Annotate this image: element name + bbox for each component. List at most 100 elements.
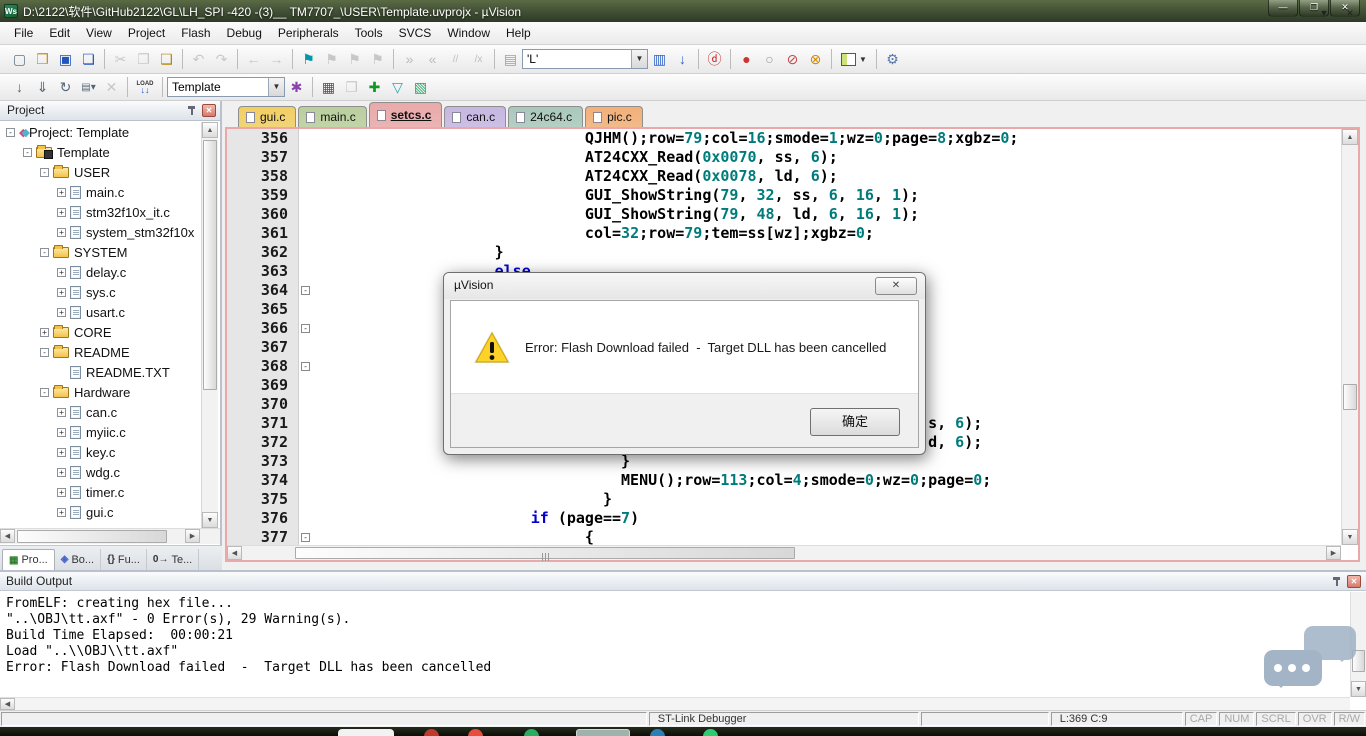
- fold-collapse-icon[interactable]: -: [301, 362, 310, 371]
- collapse-icon[interactable]: -: [40, 388, 49, 397]
- taskbar-item[interactable]: [524, 729, 539, 736]
- menu-debug[interactable]: Debug: [219, 23, 270, 43]
- code-line[interactable]: 374MENU();row=113;col=4;smode=0;wz=0;pag…: [227, 471, 1341, 490]
- project-tree-vscrollbar[interactable]: ▲ ▼: [201, 122, 218, 528]
- expand-icon[interactable]: +: [57, 228, 66, 237]
- taskbar-item[interactable]: [468, 729, 483, 736]
- tree-item-core[interactable]: +CORE: [0, 322, 198, 342]
- scroll-right-icon[interactable]: ▶: [1326, 546, 1341, 560]
- code-line[interactable]: 376if (page==7): [227, 509, 1341, 528]
- rebuild-all-icon[interactable]: ↻: [54, 76, 77, 98]
- taskbar-item[interactable]: [703, 729, 718, 736]
- code-line[interactable]: 356QJHM();row=79;col=16;smode=1;wz=0;pag…: [227, 129, 1341, 148]
- menu-window[interactable]: Window: [439, 23, 498, 43]
- tree-item-gui-c[interactable]: +gui.c: [0, 502, 198, 522]
- expand-icon[interactable]: +: [57, 308, 66, 317]
- tree-item-template[interactable]: -Template: [0, 142, 198, 162]
- books-tab[interactable]: ◈Bo...: [55, 549, 101, 570]
- configure-tools-icon[interactable]: ⚙: [881, 48, 904, 70]
- scroll-down-icon[interactable]: ▼: [1342, 529, 1358, 545]
- menu-flash[interactable]: Flash: [173, 23, 218, 43]
- file-tab-gui-c[interactable]: gui.c: [238, 106, 296, 127]
- code-line[interactable]: 359GUI_ShowString(79, 32, ss, 6, 16, 1);: [227, 186, 1341, 205]
- target-select[interactable]: Template▼: [167, 77, 285, 97]
- chevron-down-icon[interactable]: ▼: [268, 78, 284, 96]
- tree-item-myiic-c[interactable]: +myiic.c: [0, 422, 198, 442]
- scroll-up-icon[interactable]: ▲: [1342, 129, 1358, 145]
- taskbar-item[interactable]: [338, 729, 394, 736]
- scroll-down-icon[interactable]: ▼: [202, 512, 218, 528]
- menu-project[interactable]: Project: [120, 23, 173, 43]
- window-layout-icon[interactable]: ▼: [836, 48, 872, 70]
- config-wizard-icon[interactable]: ▧: [409, 76, 432, 98]
- scrollbar-thumb[interactable]: [17, 530, 167, 543]
- expand-icon[interactable]: +: [57, 268, 66, 277]
- fold-collapse-icon[interactable]: -: [301, 324, 310, 333]
- collapse-icon[interactable]: -: [6, 128, 15, 137]
- tree-item-timer-c[interactable]: +timer.c: [0, 482, 198, 502]
- collapse-icon[interactable]: -: [40, 348, 49, 357]
- save-all-icon[interactable]: ❏: [77, 48, 100, 70]
- file-tab-main-c[interactable]: main.c: [298, 106, 366, 127]
- tab-list-dropdown-icon[interactable]: ▼: [1316, 6, 1332, 21]
- file-tab-pic-c[interactable]: pic.c: [585, 106, 643, 127]
- code-line[interactable]: 360GUI_ShowString(79, 48, ld, 6, 16, 1);: [227, 205, 1341, 224]
- tree-item-usart-c[interactable]: +usart.c: [0, 302, 198, 322]
- project-close-icon[interactable]: ✕: [202, 104, 216, 117]
- scrollbar-thumb[interactable]: [1343, 384, 1357, 410]
- tree-item-wdg-c[interactable]: +wdg.c: [0, 462, 198, 482]
- expand-icon[interactable]: +: [57, 288, 66, 297]
- find-dialog-icon[interactable]: ⓓ: [703, 48, 726, 70]
- tree-item-main-c[interactable]: +main.c: [0, 182, 198, 202]
- incremental-find-icon[interactable]: ↓: [671, 48, 694, 70]
- file-tab-setcs-c[interactable]: setcs.c: [369, 102, 443, 127]
- menu-edit[interactable]: Edit: [41, 23, 78, 43]
- paste-icon[interactable]: ❑: [155, 48, 178, 70]
- scroll-up-icon[interactable]: ▲: [202, 122, 218, 138]
- download-flash-icon[interactable]: LOAD↓↓: [132, 76, 158, 98]
- menu-file[interactable]: File: [6, 23, 41, 43]
- tree-item-user[interactable]: -USER: [0, 162, 198, 182]
- manage-components-icon[interactable]: ▦: [317, 76, 340, 98]
- expand-icon[interactable]: +: [57, 448, 66, 457]
- taskbar-item[interactable]: [576, 729, 630, 736]
- tree-item-system[interactable]: -SYSTEM: [0, 242, 198, 262]
- enable-breakpoint-icon[interactable]: ○: [758, 48, 781, 70]
- expand-icon[interactable]: +: [57, 468, 66, 477]
- code-line[interactable]: 375}: [227, 490, 1341, 509]
- build-target-icon[interactable]: ⇓: [31, 76, 54, 98]
- code-line[interactable]: 358AT24CXX_Read(0x0078, ld, 6);: [227, 167, 1341, 186]
- expand-icon[interactable]: +: [57, 488, 66, 497]
- tree-item-system-stm32f10x[interactable]: +system_stm32f10x: [0, 222, 198, 242]
- expand-icon[interactable]: +: [57, 428, 66, 437]
- expand-icon[interactable]: +: [57, 208, 66, 217]
- menu-svcs[interactable]: SVCS: [391, 23, 440, 43]
- tree-item-delay-c[interactable]: +delay.c: [0, 262, 198, 282]
- chevron-down-icon[interactable]: ▼: [631, 50, 647, 68]
- editor-vscrollbar[interactable]: ▲ ▼: [1341, 129, 1358, 545]
- expand-icon[interactable]: +: [40, 328, 49, 337]
- tree-item-sys-c[interactable]: +sys.c: [0, 282, 198, 302]
- scrollbar-thumb[interactable]: [295, 547, 795, 559]
- target-options-icon[interactable]: ✱: [285, 76, 308, 98]
- find-in-files-icon[interactable]: ▥: [648, 48, 671, 70]
- scroll-right-icon[interactable]: ▶: [185, 529, 200, 543]
- file-filter-icon[interactable]: ▽: [386, 76, 409, 98]
- fold-collapse-icon[interactable]: -: [301, 286, 310, 295]
- bookmark-icon[interactable]: ⚑: [297, 48, 320, 70]
- code-line[interactable]: 377-{: [227, 528, 1341, 545]
- tree-item-can-c[interactable]: +can.c: [0, 402, 198, 422]
- build-output-hscrollbar[interactable]: ◀: [0, 697, 1350, 710]
- build-output-text[interactable]: FromELF: creating hex file..."..\OBJ\tt.…: [0, 592, 1350, 697]
- scroll-left-icon[interactable]: ◀: [227, 546, 242, 560]
- menu-help[interactable]: Help: [498, 23, 539, 43]
- scrollbar-thumb[interactable]: [203, 140, 217, 390]
- tree-item-project-template[interactable]: -◆◆ Project: Template: [0, 122, 198, 142]
- batch-build-icon[interactable]: ▤▾: [77, 76, 100, 98]
- file-tab-can-c[interactable]: can.c: [444, 106, 506, 127]
- taskbar-item[interactable]: [650, 729, 665, 736]
- expand-icon[interactable]: +: [57, 188, 66, 197]
- tree-item-readme[interactable]: -README: [0, 342, 198, 362]
- editor-search-input[interactable]: 'L'▼: [522, 49, 648, 69]
- code-line[interactable]: 361col=32;row=79;tem=ss[wz];xgbz=0;: [227, 224, 1341, 243]
